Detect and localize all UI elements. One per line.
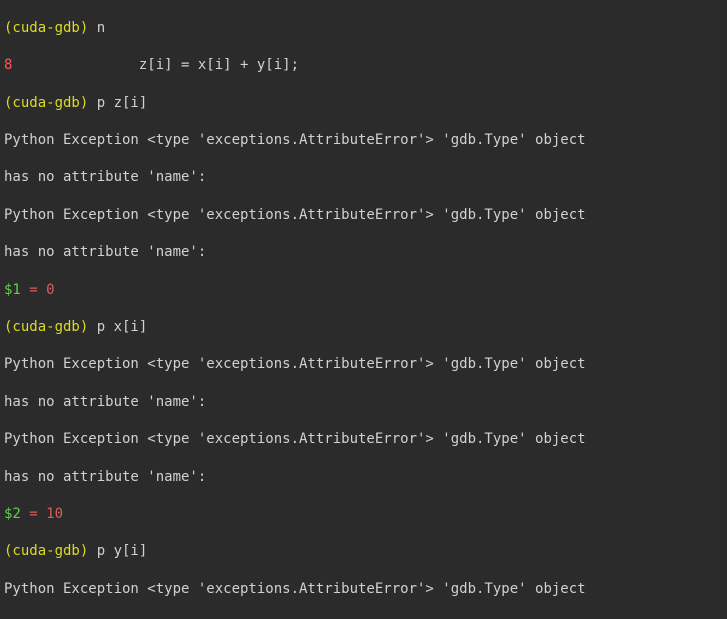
terminal-line: Python Exception <type 'exceptions.Attri… [4, 580, 723, 599]
terminal-line: Python Exception <type 'exceptions.Attri… [4, 206, 723, 225]
terminal-line: (cuda-gdb) p z[i] [4, 94, 723, 113]
gdb-var: $1 [4, 282, 21, 298]
output-text: has no attribute 'name': [4, 394, 206, 410]
cmd-text: p y[i] [97, 543, 148, 559]
cmd-text: n [97, 20, 105, 36]
output-text: Python Exception <type 'exceptions.Attri… [4, 356, 586, 372]
output-text: has no attribute 'name': [4, 469, 206, 485]
output-text: Python Exception <type 'exceptions.Attri… [4, 431, 586, 447]
output-text: Python Exception <type 'exceptions.Attri… [4, 581, 586, 597]
terminal-line: $1 = 0 [4, 281, 723, 300]
terminal-line: (cuda-gdb) p y[i] [4, 542, 723, 561]
terminal-line: has no attribute 'name': [4, 243, 723, 262]
terminal-line: has no attribute 'name': [4, 393, 723, 412]
terminal-line: has no attribute 'name': [4, 468, 723, 487]
output-text: Python Exception <type 'exceptions.Attri… [4, 207, 586, 223]
terminal-line: has no attribute 'name': [4, 168, 723, 187]
terminal-line: Python Exception <type 'exceptions.Attri… [4, 430, 723, 449]
gdb-val: = 0 [21, 282, 55, 298]
cmd-text: p z[i] [97, 95, 148, 111]
cuda-gdb-terminal[interactable]: (cuda-gdb) n 8 z[i] = x[i] + y[i]; (cuda… [0, 0, 727, 619]
gdb-val: = 10 [21, 506, 63, 522]
terminal-line: $2 = 10 [4, 505, 723, 524]
terminal-line: 8 z[i] = x[i] + y[i]; [4, 56, 723, 75]
src-code: z[i] = x[i] + y[i]; [12, 57, 299, 73]
terminal-line: (cuda-gdb) p x[i] [4, 318, 723, 337]
prompt-text: (cuda-gdb) [4, 319, 97, 335]
terminal-line: Python Exception <type 'exceptions.Attri… [4, 355, 723, 374]
prompt-text: (cuda-gdb) [4, 95, 97, 111]
prompt-text: (cuda-gdb) [4, 20, 97, 36]
output-text: Python Exception <type 'exceptions.Attri… [4, 132, 586, 148]
prompt-text: (cuda-gdb) [4, 543, 97, 559]
output-text: has no attribute 'name': [4, 244, 206, 260]
gdb-var: $2 [4, 506, 21, 522]
output-text: has no attribute 'name': [4, 169, 206, 185]
terminal-line: Python Exception <type 'exceptions.Attri… [4, 131, 723, 150]
cmd-text: p x[i] [97, 319, 148, 335]
terminal-line: (cuda-gdb) n [4, 19, 723, 38]
